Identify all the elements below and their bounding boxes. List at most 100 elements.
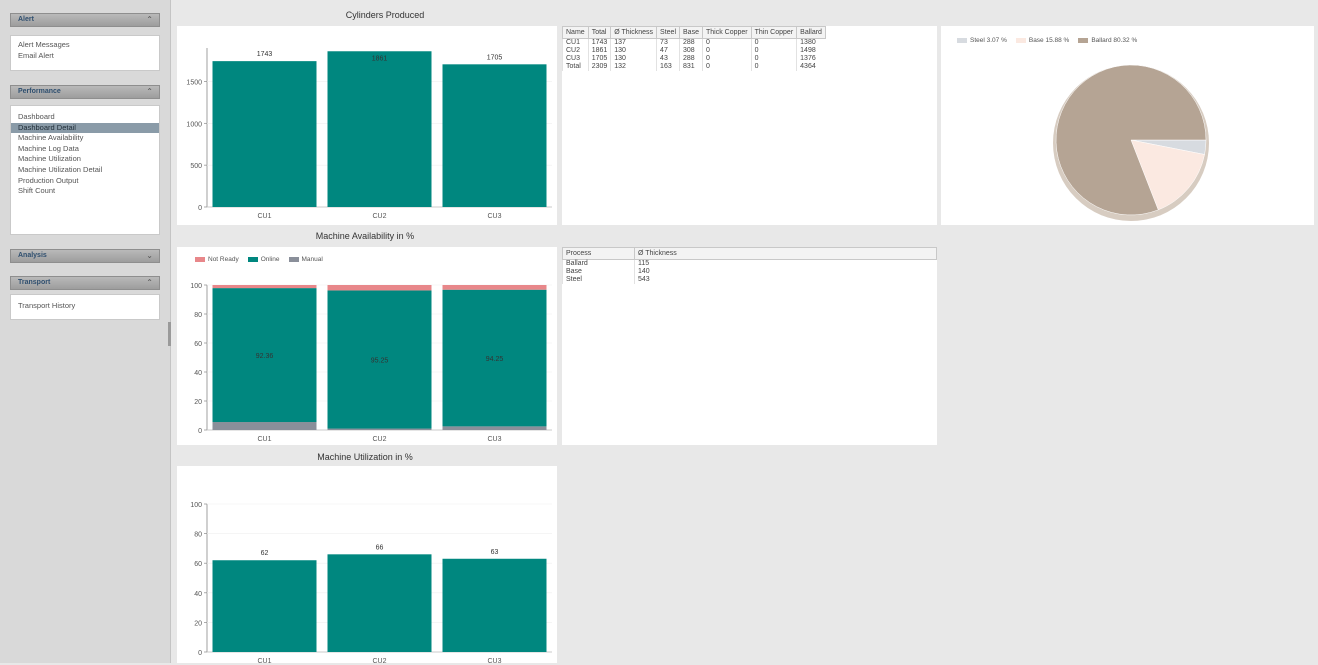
- column-header[interactable]: Name: [562, 26, 589, 39]
- data-label: 92.36: [256, 353, 274, 360]
- y-tick-label: 100: [190, 283, 202, 290]
- sidebar-item-machine-utilization-detail[interactable]: Machine Utilization Detail: [11, 165, 159, 176]
- cylinders-produced-panel: 0 500 1000 1500 1743 CU1 1861 CU2 1705 CU3: [177, 26, 557, 225]
- sidebar-section-transport-body: Transport History: [10, 294, 160, 320]
- table-cell: 0: [701, 55, 752, 63]
- x-tick-label: CU1: [257, 213, 271, 220]
- legend-label: Manual: [301, 256, 323, 263]
- table-cell: 43: [656, 55, 680, 63]
- table-cell: 308: [679, 47, 703, 55]
- column-header[interactable]: Total: [587, 26, 612, 39]
- column-header[interactable]: Base: [679, 26, 703, 39]
- data-label: 1861: [372, 55, 388, 62]
- x-tick-label: CU2: [372, 436, 386, 443]
- x-tick-label: CU3: [487, 213, 501, 220]
- sidebar-section-transport-header[interactable]: Transport ⌃: [10, 276, 160, 290]
- table-cell: 1743: [587, 38, 611, 47]
- legend-label: Ballard 80.32 %: [1091, 37, 1138, 44]
- bar: [442, 64, 547, 207]
- machine-availability-panel: Not Ready Online Manual 0 20 40 60 80 100 92.36 C…: [177, 247, 557, 445]
- legend-swatch: [195, 257, 205, 262]
- table-row[interactable]: Ballard 115: [562, 259, 937, 268]
- process-table-panel: Process Ø Thickness Ballard 115 Base 140 Stee…: [562, 247, 937, 445]
- y-tick-label: 60: [194, 561, 202, 568]
- sidebar-section-alert-body: Alert Messages Email Alert: [10, 35, 160, 71]
- x-tick-label: CU1: [257, 658, 271, 663]
- chevron-up-icon: ⌃: [146, 278, 153, 287]
- legend-label: Online: [260, 256, 280, 263]
- legend-label: Steel 3.07 %: [970, 37, 1007, 44]
- y-tick-label: 0: [198, 428, 202, 435]
- data-label: 1705: [487, 54, 503, 61]
- legend-label: Not Ready: [208, 256, 239, 263]
- bar: [327, 554, 432, 652]
- sidebar-section-analysis-header[interactable]: Analysis ⌄: [10, 249, 160, 263]
- column-header[interactable]: Ø Thickness: [610, 26, 658, 39]
- table-cell: 0: [750, 55, 797, 63]
- sidebar-item-transport-history[interactable]: Transport History: [11, 301, 159, 312]
- y-tick-label: 40: [194, 591, 202, 598]
- legend-item: Steel 3.07 %: [957, 37, 1007, 44]
- table-cell: CU1: [562, 38, 589, 47]
- sidebar-item-machine-utilization[interactable]: Machine Utilization: [11, 154, 159, 165]
- legend-swatch: [288, 257, 299, 262]
- table-cell: 115: [634, 259, 937, 268]
- legend-swatch: [1078, 38, 1089, 43]
- sidebar-item-alert-messages[interactable]: Alert Messages: [11, 40, 159, 51]
- table-cell: 4364: [796, 63, 826, 71]
- sidebar-resize-handle[interactable]: [168, 322, 171, 346]
- table-cell: 137: [610, 38, 657, 47]
- bar-segment-manual: [442, 426, 547, 430]
- sidebar-item-machine-log-data[interactable]: Machine Log Data: [11, 144, 159, 155]
- table-row[interactable]: CU3 1705 130 43 288 0 0 1376: [562, 55, 826, 63]
- sidebar-item-machine-availability[interactable]: Machine Availability: [11, 133, 159, 144]
- x-tick-label: CU3: [487, 658, 501, 663]
- sidebar-item-email-alert[interactable]: Email Alert: [11, 51, 159, 62]
- column-header[interactable]: Ballard: [796, 26, 826, 39]
- column-header[interactable]: Thick Copper: [701, 26, 752, 39]
- bar-segment-not-ready: [442, 285, 547, 290]
- table-row[interactable]: CU1 1743 137 73 288 0 0 1380: [562, 38, 826, 47]
- machine-utilization-panel: 0 20 40 60 80 100 62 CU1 66 CU2 63 CU3: [177, 466, 557, 665]
- sidebar-section-title: Alert: [18, 16, 34, 23]
- table-cell: Total: [562, 63, 589, 71]
- y-tick-label: 100: [190, 502, 202, 509]
- table-cell: 831: [679, 63, 703, 71]
- cylinders-table: Name Total Ø Thickness Steel Base Thick Coppe…: [562, 26, 826, 71]
- sidebar-section-alert-header[interactable]: Alert ⌃: [10, 13, 160, 27]
- table-cell: 0: [750, 63, 797, 71]
- sidebar-item-shift-count[interactable]: Shift Count: [11, 186, 159, 197]
- sidebar-item-production-output[interactable]: Production Output: [11, 176, 159, 187]
- column-header[interactable]: Steel: [656, 26, 681, 39]
- table-cell: 140: [634, 268, 937, 276]
- legend-item: Online: [247, 256, 280, 263]
- legend-item: Not Ready: [195, 256, 239, 263]
- bar-segment-manual: [327, 428, 432, 430]
- chevron-up-icon: ⌃: [146, 15, 153, 24]
- table-row[interactable]: Base 140: [562, 268, 937, 276]
- table-cell: Base: [562, 268, 635, 276]
- table-row[interactable]: Total 2309 132 163 831 0 0 4364: [562, 63, 826, 71]
- legend-swatch: [957, 38, 967, 43]
- bar-segment-manual: [212, 422, 317, 430]
- table-cell: 163: [656, 63, 680, 71]
- bar-segment-not-ready: [212, 285, 317, 289]
- y-tick-label: 1000: [186, 121, 202, 128]
- table-row[interactable]: Steel 543: [562, 276, 937, 284]
- sidebar-item-dashboard[interactable]: Dashboard: [11, 112, 159, 123]
- table-row[interactable]: CU2 1861 130 47 308 0 0 1498: [562, 47, 826, 55]
- column-header[interactable]: Ø Thickness: [634, 247, 937, 260]
- legend-swatch: [1015, 38, 1026, 43]
- x-tick-label: CU1: [257, 436, 271, 443]
- y-tick-label: 1500: [186, 79, 202, 86]
- sidebar-item-dashboard-detail[interactable]: Dashboard Detail: [11, 122, 159, 134]
- sidebar-section-title: Analysis: [18, 252, 47, 259]
- data-label: 94.25: [486, 356, 504, 363]
- x-tick-label: CU2: [372, 213, 386, 220]
- sidebar-section-performance-header[interactable]: Performance ⌃: [10, 85, 160, 99]
- column-header[interactable]: Thin Copper: [750, 26, 798, 39]
- column-header[interactable]: Process: [562, 247, 635, 260]
- table-header-row: Name Total Ø Thickness Steel Base Thick Coppe…: [562, 26, 826, 39]
- y-tick-label: 500: [190, 163, 202, 170]
- data-label: 1743: [257, 51, 273, 58]
